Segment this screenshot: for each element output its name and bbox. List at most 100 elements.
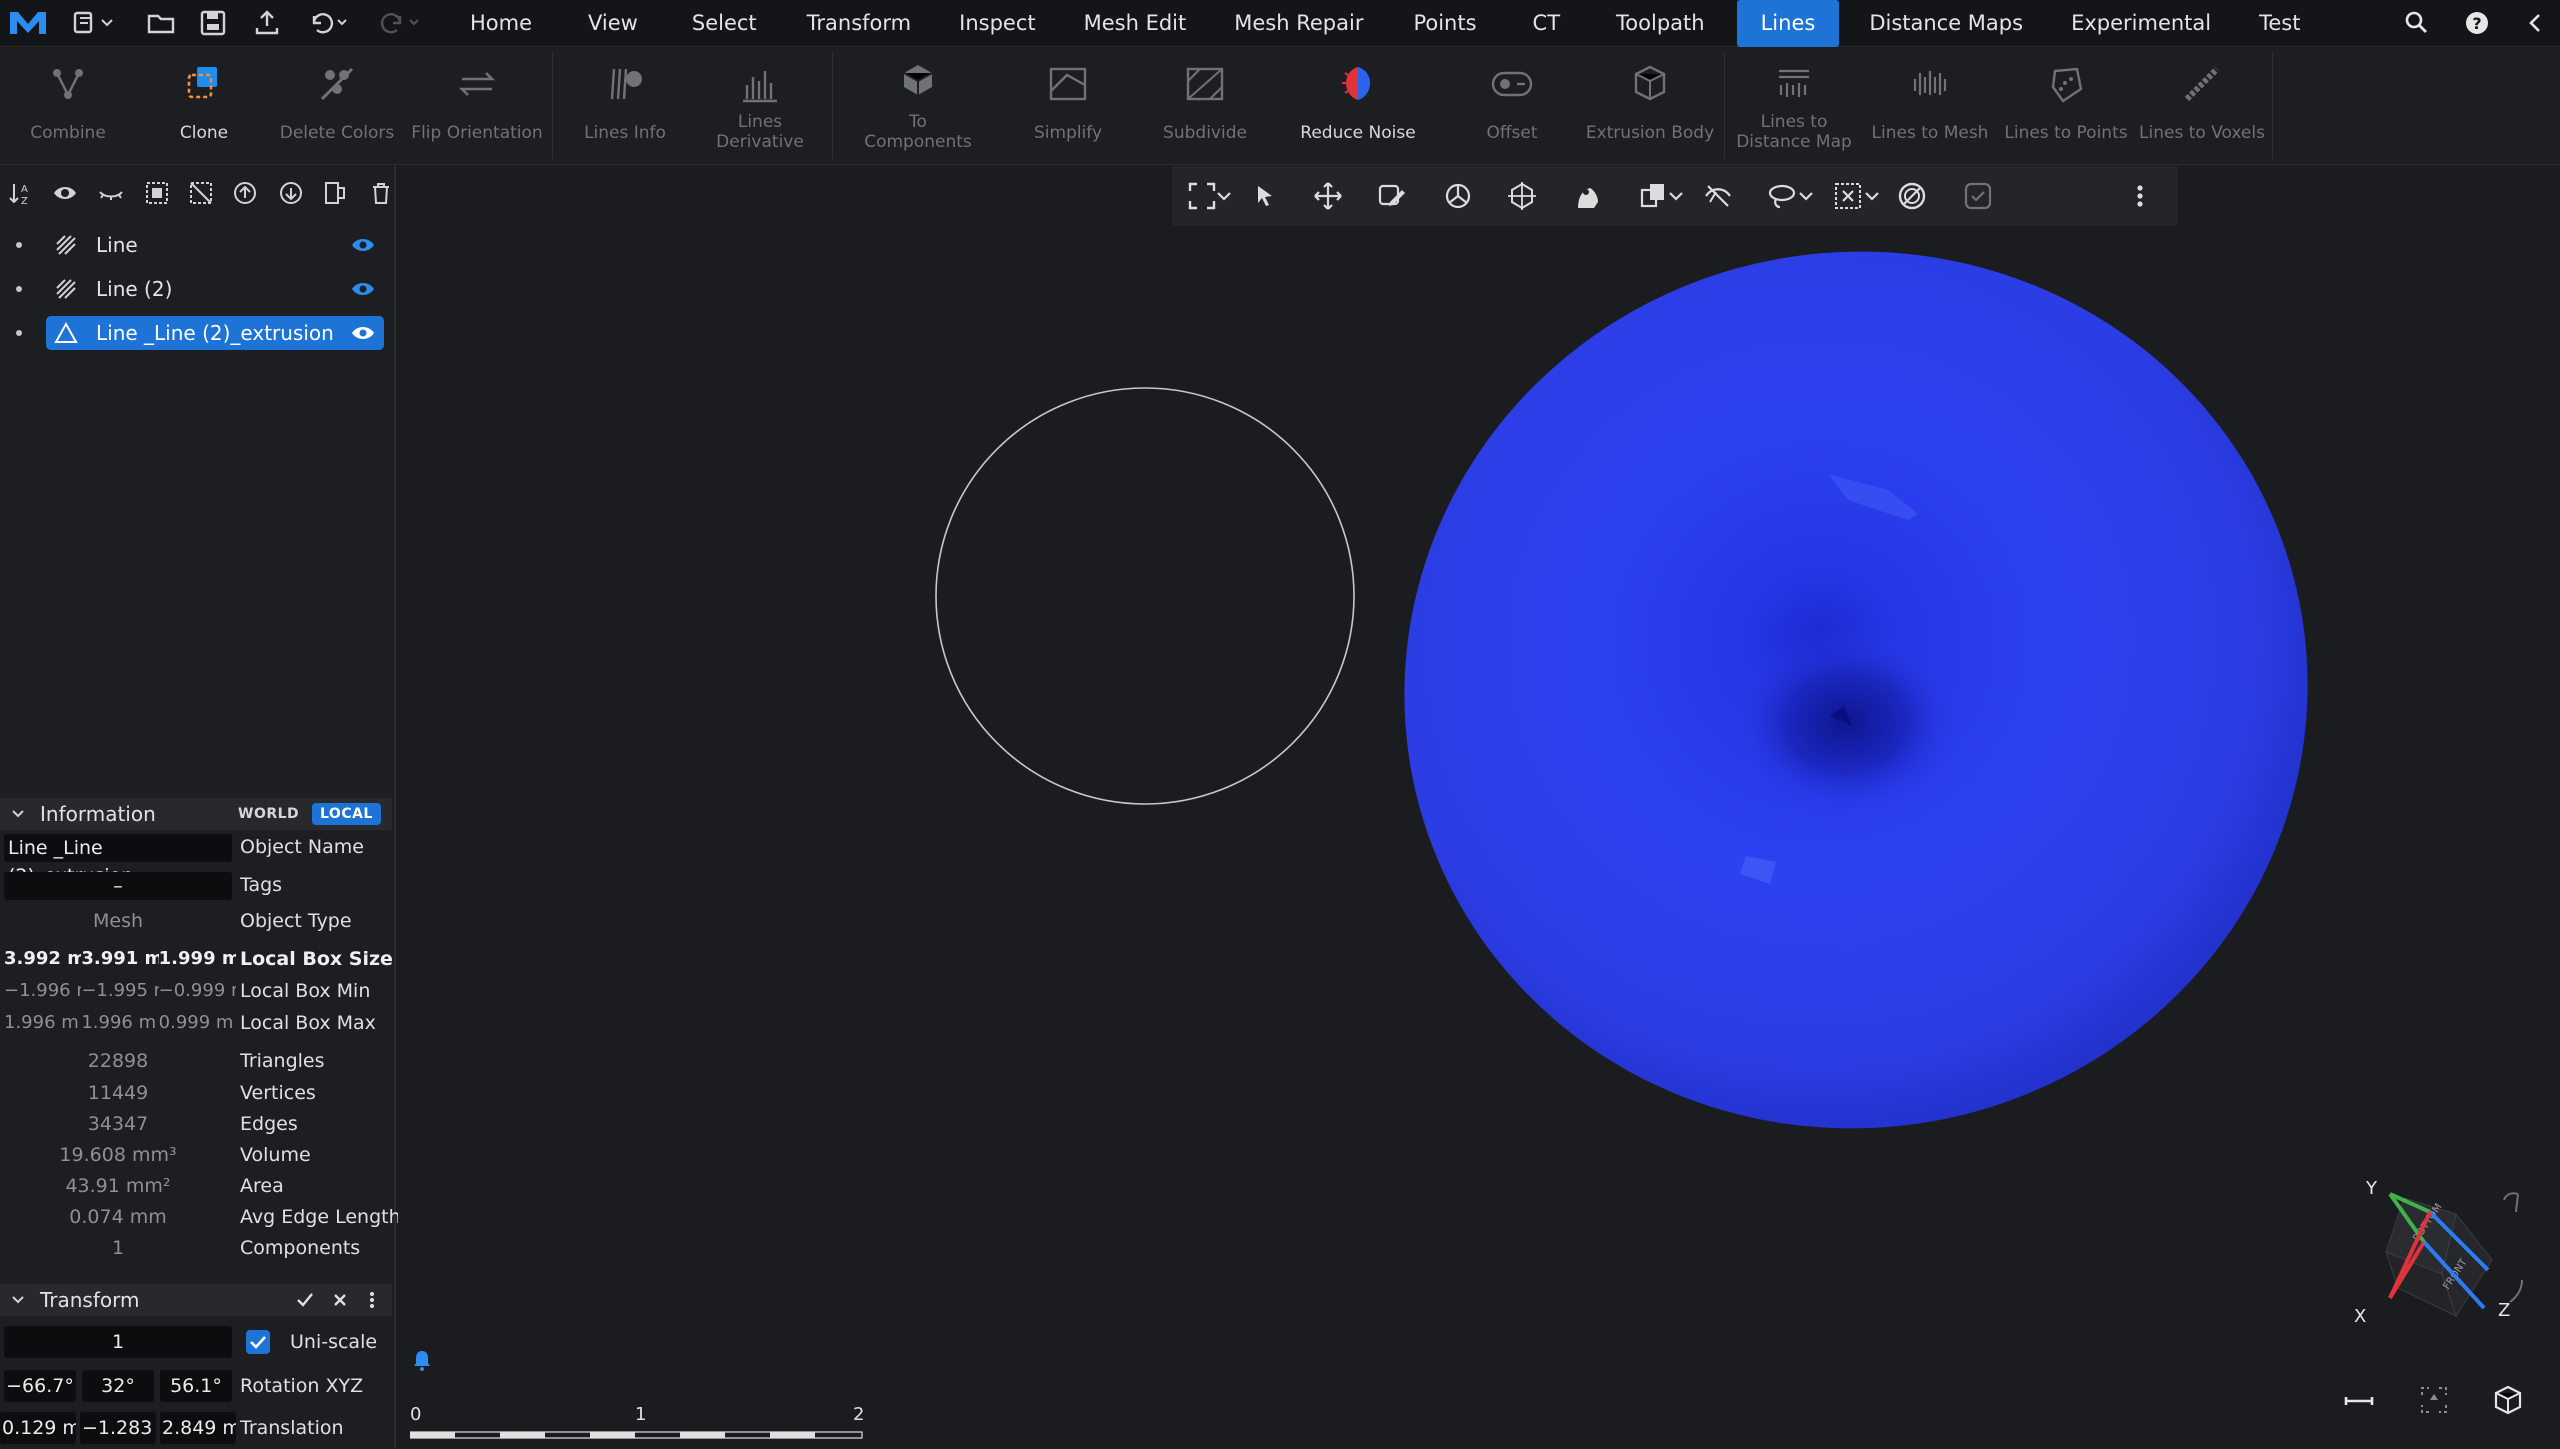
view-mode-cube-icon[interactable] [2492,1384,2524,1416]
notification-bell-icon[interactable] [410,1348,434,1372]
information-header[interactable]: Information WORLD LOCAL [0,798,392,830]
visibility-eye-icon[interactable] [350,323,376,343]
to-components-button[interactable]: To Components [840,47,996,165]
collapse-panel-icon[interactable] [2520,8,2550,38]
new-file-icon[interactable] [72,8,116,38]
lines-to-mesh-button[interactable]: Lines to Mesh [1862,47,1998,165]
tab-distance-maps[interactable]: Distance Maps [1845,0,2047,47]
circle-line-outline[interactable] [935,387,1355,805]
save-icon[interactable] [198,8,228,38]
scene-item-body[interactable]: Line [46,228,384,262]
fit-selected-icon[interactable] [2418,1384,2450,1416]
undo-icon[interactable] [306,8,350,38]
search-icon[interactable] [2402,8,2432,38]
hide-all-icon[interactable] [98,180,124,206]
view-cube[interactable]: BOTTOM FRONT Y X Z [2332,1172,2546,1344]
transform-header[interactable]: Transform [0,1284,392,1316]
tab-lines[interactable]: Lines [1736,0,1840,47]
tab-toolpath[interactable]: Toolpath [1590,0,1731,47]
local-toggle[interactable]: LOCAL [312,803,381,825]
simplify-icon [1049,67,1087,101]
app-logo-icon[interactable] [6,6,50,40]
rotation-x-input[interactable]: −66.7° [4,1370,76,1402]
vertices-label: Vertices [240,1082,316,1104]
translation-x-input[interactable]: 0.129 mm [0,1412,76,1444]
tab-experimental[interactable]: Experimental [2047,0,2235,47]
scene-item-line-2[interactable]: Line (2) [0,270,396,308]
redo-icon[interactable] [378,8,422,38]
lines-to-voxels-button[interactable]: Lines to Voxels [2134,47,2270,165]
translation-z-input[interactable]: 2.849 mm [160,1412,236,1444]
more-options-icon[interactable] [368,1291,376,1309]
avg-edge-value: 0.074 mm [69,1206,167,1228]
tab-mesh-edit[interactable]: Mesh Edit [1060,0,1211,47]
combine-button[interactable]: Combine [0,47,136,165]
help-icon[interactable]: ? [2462,8,2492,38]
tree-bullet [16,242,22,248]
tab-points[interactable]: Points [1387,0,1502,47]
lines-derivative-button[interactable]: Lines Derivative [694,47,826,165]
clone-button[interactable]: Clone [136,47,272,165]
offset-button[interactable]: Offset [1444,47,1580,165]
scene-canvas[interactable] [398,166,2560,1449]
rotate-arrow-icon[interactable] [2503,1192,2523,1303]
flip-orientation-button[interactable]: Flip Orientation [408,47,546,165]
apply-check-icon[interactable] [296,1292,314,1308]
scene-item-line[interactable]: Line [0,226,396,264]
select-all-icon[interactable] [144,180,170,206]
group-icon[interactable] [322,180,348,206]
box-size-x: 3.992 m [4,948,82,969]
visibility-eye-icon[interactable] [350,279,376,299]
tags-field[interactable]: – [4,872,232,900]
rotation-z-input[interactable]: 56.1° [160,1370,232,1402]
volume-value: 19.608 mm³ [59,1144,177,1166]
show-all-icon[interactable] [52,180,78,206]
simplify-button[interactable]: Simplify [1000,47,1136,165]
tab-inspect[interactable]: Inspect [935,0,1059,47]
subdivide-button[interactable]: Subdivide [1138,47,1272,165]
move-up-icon[interactable] [232,180,258,206]
tab-transform[interactable]: Transform [783,0,935,47]
scene-item-body[interactable]: Line _Line (2)_extrusion [46,316,384,350]
tab-mesh-repair[interactable]: Mesh Repair [1210,0,1387,47]
tab-view[interactable]: View [560,0,666,47]
object-name-field[interactable]: Line _Line (2)_extrusion [4,834,232,887]
tab-test[interactable]: Test [2235,0,2324,47]
to-components-label-1: To [909,112,927,132]
delete-colors-button[interactable]: Delete Colors [270,47,404,165]
delete-icon[interactable] [368,180,394,206]
scale-input[interactable]: 1 [4,1326,232,1358]
tab-ct[interactable]: CT [1503,0,1591,47]
scene-item-extrusion[interactable]: Line _Line (2)_extrusion [0,314,396,352]
world-toggle[interactable]: WORLD [230,803,307,825]
3d-viewport[interactable]: 0 1 2 BOTTOM FRONT Y X Z [398,166,2560,1449]
open-folder-icon[interactable] [146,8,176,38]
triangles-label: Triangles [240,1050,325,1072]
translation-y-input[interactable]: −1.283 mm [80,1412,156,1444]
lines-to-distance-map-button[interactable]: Lines to Distance Map [1728,47,1860,165]
lines-info-button[interactable]: Lines Info [560,47,690,165]
rotation-y-input[interactable]: 32° [82,1370,154,1402]
box-min-y: −1.995 m [81,980,158,1001]
tab-home[interactable]: Home [440,0,560,47]
deselect-all-icon[interactable] [188,180,214,206]
uniscale-checkbox[interactable] [246,1330,270,1354]
move-down-icon[interactable] [278,180,304,206]
to-components-icon [903,65,933,95]
box-max-label: Local Box Max [240,1012,376,1034]
tab-select[interactable]: Select [666,0,783,47]
export-icon[interactable] [252,8,282,38]
reduce-noise-button[interactable]: Reduce Noise [1286,47,1430,165]
ribbon-toolbar: Combine Clone Delete Colors Flip Orienta… [0,47,2560,191]
lines-to-voxels-icon [2184,66,2220,102]
box-size-row: 3.992 m 3.991 m 1.999 m Local Box Size [0,944,393,974]
ribbon-separator [552,53,553,159]
sort-icon[interactable]: AZ [8,180,34,206]
visibility-eye-icon[interactable] [350,235,376,255]
reset-close-icon[interactable] [332,1292,348,1308]
extrusion-body-button[interactable]: Extrusion Body [1578,47,1722,165]
ruler-tool-icon[interactable] [2342,1392,2376,1410]
lines-to-points-button[interactable]: Lines to Points [1998,47,2134,165]
scene-item-body[interactable]: Line (2) [46,272,384,306]
box-size-z: 1.999 m [158,948,236,969]
